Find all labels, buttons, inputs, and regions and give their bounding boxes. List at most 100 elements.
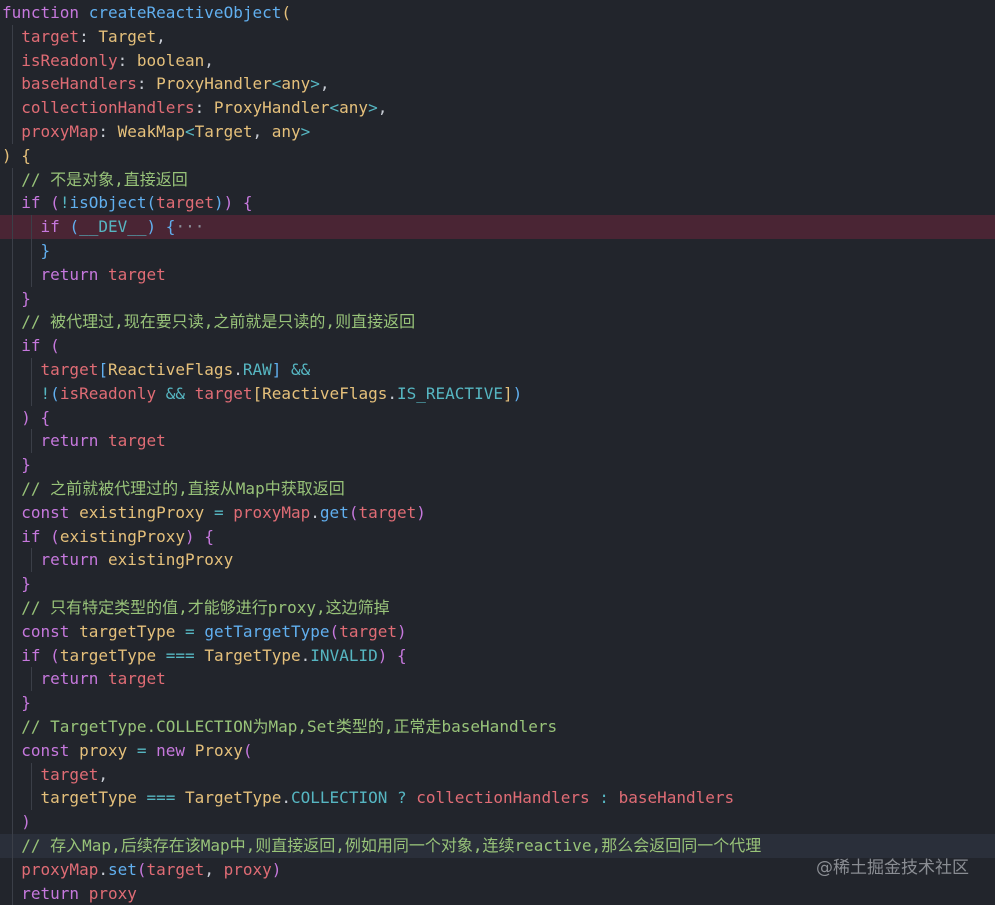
code-line[interactable]: const existingProxy = proxyMap.get(targe… [0, 500, 995, 525]
code-line[interactable]: return proxy [0, 881, 995, 905]
code-line[interactable]: } [0, 691, 995, 715]
code-line[interactable]: const targetType = getTargetType(target) [0, 619, 995, 644]
code-token: target [21, 26, 80, 46]
code-token: { [242, 193, 253, 213]
code-line[interactable]: function createReactiveObject( [0, 1, 995, 25]
code-line[interactable]: if ( [0, 334, 995, 358]
code-line[interactable]: !(isReadonly && target[ReactiveFlags.IS_… [0, 381, 995, 406]
code-token: ) [396, 621, 407, 641]
code-token: ( [281, 3, 291, 22]
code-line[interactable]: // 只有特定类型的值,才能够进行proxy,这边筛掉 [0, 596, 995, 620]
code-text: if (targetType === TargetType.INVALID) { [2, 644, 406, 668]
code-line[interactable]: // TargetType.COLLECTION为Map,Set类型的,正常走b… [0, 715, 995, 739]
code-line[interactable]: targetType === TargetType.COLLECTION ? c… [0, 786, 995, 811]
code-line[interactable]: isReadonly: boolean, [0, 48, 995, 73]
code-token: ] [502, 383, 513, 403]
code-line[interactable]: return target [0, 667, 995, 692]
code-token: // 被代理过,现在要只读,之前就是只读的,则直接返回 [21, 312, 416, 332]
code-token: ) [213, 193, 224, 213]
code-token: boolean [136, 50, 205, 70]
code-token: && [291, 360, 311, 379]
code-text: if (!isObject(target)) { [2, 191, 253, 215]
code-token: : [194, 98, 214, 118]
code-line[interactable]: target[ReactiveFlags.RAW] && [0, 358, 995, 382]
code-token: const [21, 740, 80, 760]
code-line[interactable]: baseHandlers: ProxyHandler<any>, [0, 72, 995, 97]
code-line[interactable]: return target [0, 262, 995, 287]
code-token: // 不是对象,直接返回 [21, 169, 188, 189]
code-token: get [319, 502, 349, 522]
code-token: __DEV__ [79, 217, 147, 237]
code-token: return [40, 550, 108, 570]
code-line[interactable]: } [0, 239, 995, 263]
code-token: ) [21, 812, 31, 832]
code-line[interactable]: // 被代理过,现在要只读,之前就是只读的,则直接返回 [0, 310, 995, 335]
code-token: = [185, 621, 195, 641]
code-token: { [40, 407, 51, 427]
code-line[interactable]: if (!isObject(target)) { [0, 191, 995, 216]
code-token: // 之前就被代理过的,直接从Map中获取返回 [21, 479, 345, 498]
code-line[interactable]: } [0, 286, 995, 311]
code-editor[interactable]: function createReactiveObject( target: T… [0, 0, 995, 905]
code-text: proxyMap: WeakMap<Target, any> [2, 120, 310, 144]
code-token: if [21, 193, 41, 213]
code-text: ) { [2, 144, 31, 168]
code-token: // TargetType.COLLECTION为Map,Set类型的,正常走b… [21, 717, 558, 736]
code-token: ) [185, 526, 195, 546]
code-token: Target [194, 122, 253, 141]
code-token: ) [223, 193, 234, 213]
code-line[interactable]: const proxy = new Proxy( [0, 738, 995, 763]
code-line[interactable]: ) [0, 810, 995, 834]
code-token: . [281, 788, 292, 808]
code-text: proxyMap.set(target, proxy) [2, 858, 281, 882]
code-token: ( [136, 859, 147, 879]
code-token: target [194, 383, 253, 403]
code-text: // 存入Map,后续存在该Map中,则直接返回,例如用同一个对象,连续reac… [2, 834, 761, 858]
code-line[interactable]: if (targetType === TargetType.INVALID) { [0, 643, 995, 668]
code-token: IS_REACTIVE [397, 383, 503, 403]
code-line[interactable]: target: Target, [0, 24, 995, 49]
code-token: getTargetType [204, 621, 330, 641]
code-text: const existingProxy = proxyMap.get(targe… [2, 501, 426, 525]
code-token: RAW [242, 360, 272, 379]
code-token: baseHandlers [618, 788, 735, 808]
code-line[interactable]: if (__DEV__) {··· [0, 215, 995, 239]
code-line[interactable]: return existingProxy [0, 548, 995, 573]
code-text: function createReactiveObject( [2, 1, 291, 25]
code-line[interactable]: // 不是对象,直接返回 [0, 167, 995, 192]
code-token: ( [50, 193, 60, 213]
code-line[interactable]: if (existingProxy) { [0, 524, 995, 549]
code-token: . [98, 859, 108, 879]
code-line[interactable]: return target [0, 429, 995, 454]
code-token: proxy [88, 883, 137, 903]
code-token: ) [146, 217, 157, 237]
code-line[interactable]: } [0, 453, 995, 477]
code-text: return existingProxy [2, 548, 234, 572]
code-line[interactable]: ) { [0, 405, 995, 430]
code-text: target, [2, 763, 108, 787]
code-line[interactable]: ) { [0, 144, 995, 168]
code-line[interactable]: target, [0, 762, 995, 787]
code-line[interactable]: } [0, 572, 995, 596]
code-line[interactable]: // 之前就被代理过的,直接从Map中获取返回 [0, 477, 995, 501]
code-line[interactable]: collectionHandlers: ProxyHandler<any>, [0, 96, 995, 120]
code-token: , [252, 122, 272, 141]
code-token: ! [40, 383, 51, 403]
code-line[interactable]: proxyMap: WeakMap<Target, any> [0, 120, 995, 144]
code-token: === [146, 788, 176, 808]
